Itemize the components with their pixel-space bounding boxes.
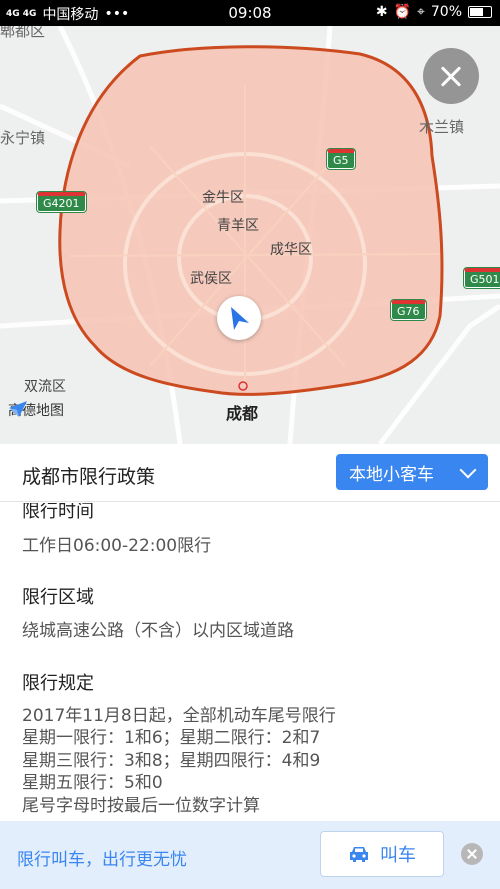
call-car-button[interactable]: 叫车 [320,831,444,877]
battery-icon [468,6,492,18]
rule-line: 星期五限行：5和0 [22,773,163,793]
rule-line: 星期三限行：3和8；星期四限行：4和9 [22,751,321,771]
chevron-down-icon [459,461,477,479]
highway-shield-g5013: G5013 [463,267,500,289]
close-button[interactable] [423,48,479,104]
section-text-time: 工作日06:00-22:00限行 [22,536,212,556]
section-text-area: 绕城高速公路（不含）以内区域道路 [22,621,294,641]
map-label-mulan: 木兰镇 [419,118,465,136]
dismiss-promo-icon[interactable] [461,843,483,865]
highway-shield-g4201: G4201 [36,191,87,213]
map-label-jinniu: 金牛区 [202,190,244,206]
vehicle-type-dropdown[interactable]: 本地小客车 [336,454,488,490]
call-car-label: 叫车 [380,845,416,866]
vehicle-type-label: 本地小客车 [349,464,434,485]
rule-line: 2017年11月8日起，全部机动车尾号限行 [22,706,336,726]
rule-line: 尾号字母时按最后一位数字计算 [22,796,260,816]
map-label-chengdu: 成都 [226,404,259,423]
map-label-shuangliu: 双流区 [24,379,66,395]
alarm-icon: ⏰ [393,4,411,20]
policy-title: 成都市限行政策 [22,466,156,488]
navigation-arrow-icon [231,307,249,330]
ride-promo-bar: 限行叫车，出行更无忧 叫车 [0,821,500,889]
section-title-time: 限行时间 [22,503,94,522]
map-logo: 高德地图 [8,400,64,420]
policy-content[interactable]: 限行时间 工作日06:00-22:00限行 限行区域 绕城高速公路（不含）以内区… [0,503,500,821]
map-label-qingyang: 青羊区 [217,218,259,234]
highway-shield-g76: G76 [390,299,427,321]
my-location-button[interactable] [217,296,261,340]
car-icon [350,847,368,862]
rule-line: 星期一限行：1和6；星期二限行：2和7 [22,728,321,748]
map-label-pidu: 郫都区 [0,26,46,40]
restriction-map[interactable]: 郫都区 永宁镇 木兰镇 金牛区 青羊区 成华区 武侯区 双流区 成都 G5 G4… [0,26,500,444]
status-bar: 4G 4G 中国移动 ••• 09:08 ✱ ⏰ ⌖ 70% [0,0,500,26]
section-title-area: 限行区域 [22,587,94,608]
map-canvas [0,26,500,444]
policy-header: 成都市限行政策 本地小客车 [0,444,500,502]
map-label-yongning: 永宁镇 [0,129,46,147]
battery-percent: 70% [430,4,462,20]
amap-logo-icon [9,401,27,417]
location-icon: ⌖ [416,4,425,20]
section-title-rules: 限行规定 [22,673,94,694]
bluetooth-icon: ✱ [375,4,388,20]
map-label-wuhou: 武侯区 [190,271,232,287]
promo-text: 限行叫车，出行更无忧 [17,850,187,870]
highway-shield-g5: G5 [326,148,356,170]
map-label-chenghua: 成华区 [270,242,312,258]
